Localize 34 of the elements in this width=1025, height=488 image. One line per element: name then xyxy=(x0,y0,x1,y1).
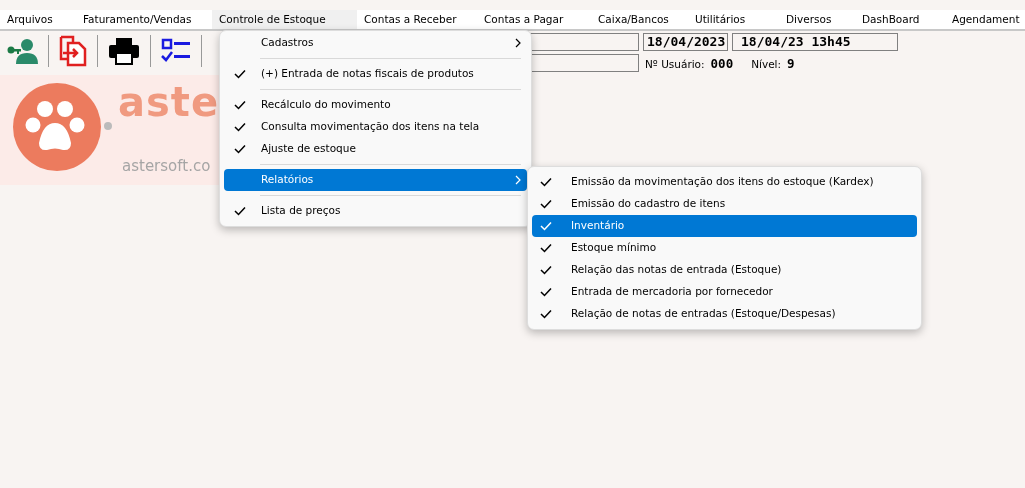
menu-item[interactable]: Ajuste de estoque xyxy=(224,138,527,160)
menu-item[interactable]: Inventário xyxy=(532,215,917,237)
menu-item[interactable]: (+) Entrada de notas fiscais de produtos xyxy=(224,63,527,85)
level-label: Nível: xyxy=(751,57,782,72)
menu-item[interactable]: Emissão da movimentação dos itens do estoque (Kardex) xyxy=(532,171,917,193)
datetime-field: 18/04/23 13h45 xyxy=(732,33,898,51)
menu-bar-item[interactable]: Utilitários xyxy=(688,10,779,29)
user-number: 000 xyxy=(710,55,734,73)
menu-bar-item[interactable]: Arquivos xyxy=(0,10,76,29)
menu-bar-item[interactable]: DashBoard xyxy=(855,10,945,29)
menu-item[interactable]: Recálculo do movimento xyxy=(224,94,527,116)
menu-bar-item[interactable]: Faturamento/Vendas xyxy=(76,10,212,29)
paw-logo-icon xyxy=(13,83,101,171)
logo-wordmark: aste xyxy=(118,79,220,125)
menu-item[interactable]: Estoque mínimo xyxy=(532,237,917,259)
dot-icon xyxy=(104,122,112,130)
user-label: Nº Usuário: xyxy=(645,57,705,72)
menu-item[interactable]: Relação de notas de entradas (Estoque/Despesas) xyxy=(532,303,917,325)
menu-item[interactable]: Cadastros xyxy=(224,32,527,54)
menu-item[interactable]: Relação das notas de entrada (Estoque) xyxy=(532,259,917,281)
date-field: 18/04/2023 xyxy=(643,33,728,51)
menu-item[interactable]: Lista de preços xyxy=(224,200,527,222)
menu-bar-item[interactable]: Contas a Receber xyxy=(357,10,477,29)
menu-bar-item[interactable]: Diversos xyxy=(779,10,855,29)
level-number: 9 xyxy=(787,55,795,73)
menu-bar-item[interactable]: Caixa/Bancos xyxy=(591,10,688,29)
logo-website: astersoft.co xyxy=(122,156,211,177)
menu-bar-item[interactable]: Agendament xyxy=(945,10,1025,29)
menu-item[interactable]: Relatórios xyxy=(224,169,527,191)
menu-item[interactable]: Consulta movimentação dos itens na tela xyxy=(224,116,527,138)
menu-item[interactable]: Entrada de mercadoria por fornecedor xyxy=(532,281,917,303)
menu-item[interactable]: Emissão do cadastro de itens xyxy=(532,193,917,215)
menu-bar-item[interactable]: Controle de Estoque xyxy=(212,10,357,29)
menu-bar-item[interactable]: Contas a Pagar xyxy=(477,10,591,29)
